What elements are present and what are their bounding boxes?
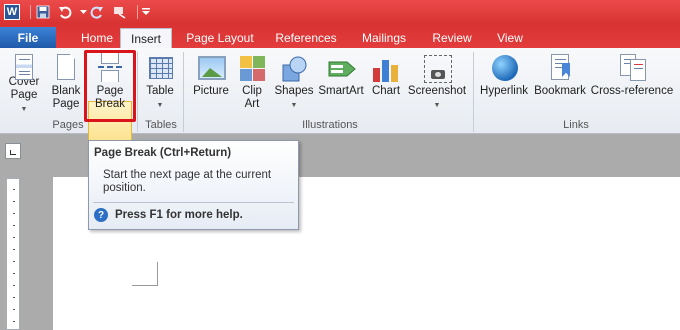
- clip-art-icon: [236, 53, 268, 83]
- qat-separator: [30, 5, 31, 19]
- word-logo-icon[interactable]: W: [4, 4, 20, 20]
- help-icon: ?: [94, 208, 108, 222]
- hyperlink-button[interactable]: Hyperlink: [478, 51, 530, 115]
- undo-dropdown-icon[interactable]: [79, 4, 87, 20]
- left-tab-icon: [10, 150, 16, 155]
- save-icon[interactable]: [35, 4, 51, 20]
- tab-file[interactable]: File: [0, 27, 56, 48]
- table-icon: [144, 53, 176, 83]
- table-button[interactable]: Table ▼: [142, 51, 178, 115]
- tooltip-title: Page Break (Ctrl+Return): [94, 147, 232, 159]
- page-break-tooltip: Page Break (Ctrl+Return) Start the next …: [88, 140, 299, 230]
- tooltip-divider: [93, 202, 294, 203]
- tooltip-description: Start the next page at the current posit…: [103, 169, 272, 194]
- screenshot-label: Screenshot ▼: [407, 85, 467, 109]
- page-break-highlight: [84, 50, 136, 122]
- blank-page-icon: [50, 53, 82, 83]
- cover-page-icon: [8, 53, 40, 80]
- tab-selector-button[interactable]: [5, 143, 21, 159]
- chart-button[interactable]: Chart: [368, 51, 404, 115]
- tab-view[interactable]: View: [488, 28, 532, 48]
- shapes-label: Shapes ▼: [274, 85, 314, 109]
- redo-icon[interactable]: [89, 4, 105, 20]
- tab-review[interactable]: Review: [426, 28, 478, 48]
- tab-references[interactable]: References: [266, 28, 346, 48]
- tooltip-help: Press F1 for more help.: [115, 209, 243, 221]
- smartart-button[interactable]: SmartArt: [316, 51, 366, 115]
- vertical-ruler: [6, 178, 20, 330]
- bookmark-button[interactable]: Bookmark: [532, 51, 588, 115]
- hyperlink-label: Hyperlink: [480, 85, 528, 97]
- screenshot-icon: [421, 53, 453, 83]
- picture-label: Picture: [193, 85, 229, 97]
- group-separator: [183, 52, 184, 132]
- smartart-label: SmartArt: [318, 85, 364, 97]
- ribbon-tabs: File Home Insert Page Layout References …: [0, 24, 680, 48]
- screenshot-button[interactable]: Screenshot ▼: [406, 51, 468, 115]
- qat-separator: [137, 5, 138, 19]
- clip-art-label: Clip Art: [242, 85, 262, 110]
- group-label-links: Links: [563, 119, 589, 131]
- margin-corner-mark: [132, 262, 158, 286]
- title-bar: W: [0, 0, 680, 24]
- cross-reference-label: Cross-reference: [590, 85, 674, 97]
- blank-page-button[interactable]: Blank Page: [48, 51, 84, 115]
- bookmark-icon: [544, 53, 576, 83]
- undo-icon[interactable]: [57, 4, 73, 20]
- group-separator: [473, 52, 474, 132]
- shapes-button[interactable]: Shapes ▼: [273, 51, 315, 115]
- qat-more-icon[interactable]: [142, 4, 150, 20]
- cross-reference-icon: [616, 53, 648, 83]
- chart-label: Chart: [371, 85, 401, 97]
- shapes-icon: [278, 53, 310, 83]
- bookmark-label: Bookmark: [534, 85, 586, 97]
- tab-page-layout[interactable]: Page Layout: [180, 28, 260, 48]
- tab-mailings[interactable]: Mailings: [352, 28, 416, 48]
- tab-home[interactable]: Home: [72, 28, 122, 48]
- blank-page-label: Blank Page: [51, 85, 81, 110]
- group-label-illustrations: Illustrations: [302, 119, 358, 131]
- cover-page-button[interactable]: Cover Page ▼: [6, 51, 42, 115]
- cross-reference-button[interactable]: Cross-reference: [588, 51, 676, 115]
- group-label-tables: Tables: [145, 119, 177, 131]
- clip-art-button[interactable]: Clip Art: [236, 51, 268, 115]
- picture-button[interactable]: Picture: [191, 51, 231, 115]
- tab-insert[interactable]: Insert: [120, 28, 172, 48]
- chart-icon: [370, 53, 402, 83]
- hyperlink-icon: [488, 53, 520, 83]
- table-label: Table ▼: [146, 85, 174, 109]
- group-separator: [137, 52, 138, 132]
- cover-page-label: Cover Page ▼: [8, 76, 40, 113]
- smartart-icon: [325, 53, 357, 83]
- customize-icon[interactable]: [111, 4, 127, 20]
- picture-icon: [195, 53, 227, 83]
